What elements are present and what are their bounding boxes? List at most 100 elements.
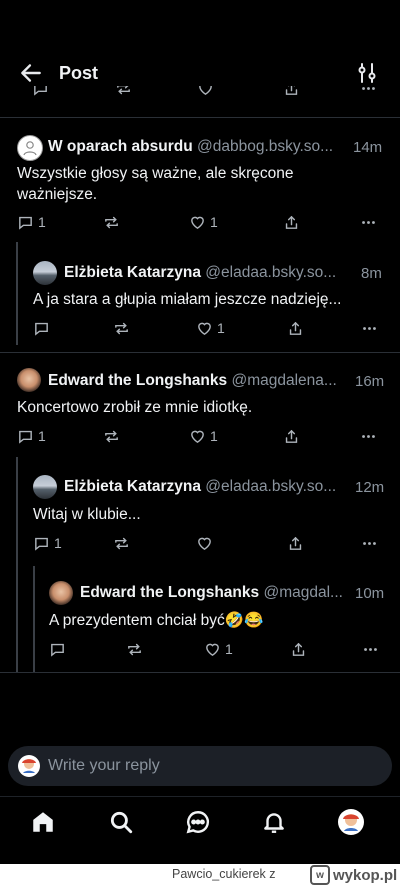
reply-icon	[19, 216, 32, 230]
share-button[interactable]	[283, 426, 300, 446]
like-icon	[198, 322, 211, 335]
more-icon	[362, 220, 375, 224]
author-handle: @magdalena...	[231, 372, 337, 389]
share-icon	[292, 642, 305, 656]
like-button[interactable]: 1	[189, 212, 218, 232]
reply-icon	[51, 643, 64, 657]
post-text: Witaj w klubie...	[33, 506, 141, 523]
like-icon	[191, 430, 204, 443]
like-button[interactable]: 1	[204, 639, 233, 659]
post-text: A prezydentem chciał być🤣😂	[49, 612, 264, 629]
post-item[interactable]: Edward the Longshanks @magdal... 10m A p…	[0, 566, 400, 672]
avatar[interactable]	[17, 368, 41, 392]
like-button[interactable]	[196, 533, 217, 553]
avatar[interactable]	[33, 261, 57, 285]
share-button[interactable]	[283, 212, 300, 232]
user-avatar	[18, 755, 40, 777]
like-icon[interactable]	[197, 86, 214, 98]
search-icon[interactable]	[108, 809, 134, 835]
repost-icon[interactable]	[115, 86, 132, 98]
watermark-site: wykop.pl	[333, 866, 398, 884]
repost-button[interactable]	[113, 533, 130, 553]
post-item[interactable]: Edward the Longshanks @magdalena... 16m …	[0, 353, 400, 453]
like-count: 1	[225, 641, 233, 657]
more-icon	[363, 326, 376, 330]
author-name[interactable]: Elżbieta Katarzyna	[64, 478, 201, 495]
reply-input[interactable]: Write your reply	[8, 746, 392, 786]
avatar[interactable]	[49, 581, 73, 605]
reply-count: 1	[38, 214, 46, 230]
more-button[interactable]	[362, 639, 379, 659]
like-count: 1	[210, 214, 218, 230]
wykop-logo: w wykop.pl	[310, 865, 398, 885]
more-icon	[363, 541, 376, 545]
author-name[interactable]: Elżbieta Katarzyna	[64, 264, 201, 281]
reply-icon	[35, 322, 48, 336]
post-time: 10m	[355, 585, 385, 602]
author-name[interactable]: Edward the Longshanks	[48, 372, 227, 389]
post-actions: 1	[0, 639, 400, 659]
post-item[interactable]: Elżbieta Katarzyna @eladaa.bsky.so... 8m…	[0, 248, 400, 348]
reply-count: 1	[54, 535, 62, 551]
repost-icon	[115, 537, 128, 549]
post-actions: 1 1	[0, 426, 400, 446]
more-button[interactable]	[361, 533, 378, 553]
share-icon[interactable]	[283, 86, 300, 98]
more-button[interactable]	[360, 212, 377, 232]
like-icon	[206, 643, 219, 656]
page-title: Post	[59, 63, 99, 83]
sliders-icon[interactable]	[355, 61, 379, 85]
post-time: 12m	[355, 479, 385, 496]
author-name[interactable]: Edward the Longshanks	[80, 584, 259, 601]
share-icon	[285, 429, 298, 443]
post-time: 14m	[353, 139, 383, 156]
avatar[interactable]	[17, 135, 43, 161]
share-button[interactable]	[287, 318, 304, 338]
home-icon[interactable]	[30, 809, 56, 835]
bell-icon[interactable]	[261, 809, 287, 835]
like-icon	[198, 537, 211, 550]
post-text: A ja stara a głupia miałam jeszcze nadzi…	[33, 291, 342, 308]
reply-count: 1	[38, 428, 46, 444]
share-button[interactable]	[290, 639, 307, 659]
like-button[interactable]: 1	[196, 318, 225, 338]
share-button[interactable]	[287, 533, 304, 553]
more-icon[interactable]	[360, 86, 377, 98]
share-icon	[289, 321, 302, 335]
repost-button[interactable]	[103, 212, 120, 232]
watermark-bar: Pawcio_cukierek z w wykop.pl	[0, 864, 400, 886]
reply-button[interactable]: 1	[17, 212, 46, 232]
author-handle: @eladaa.bsky.so...	[205, 478, 337, 495]
chat-icon[interactable]	[185, 809, 211, 835]
post-item[interactable]: W oparach absurdu @dabbog.bsky.so... 14m…	[0, 118, 400, 242]
watermark-sep: z	[269, 867, 276, 881]
reply-button[interactable]: 1	[33, 533, 62, 553]
more-button[interactable]	[361, 318, 378, 338]
repost-button[interactable]	[103, 426, 120, 446]
reply-button[interactable]	[33, 318, 54, 338]
reply-icon[interactable]	[32, 86, 49, 98]
like-button[interactable]: 1	[189, 426, 218, 446]
watermark-user: Pawcio_cukierek	[172, 867, 266, 881]
profile-avatar[interactable]	[338, 809, 364, 835]
reply-button[interactable]	[49, 639, 70, 659]
reply-button[interactable]: 1	[17, 426, 46, 446]
repost-icon	[105, 430, 118, 442]
bottom-nav	[0, 796, 400, 864]
share-icon	[285, 215, 298, 229]
post-time: 16m	[355, 373, 385, 390]
back-arrow-icon[interactable]	[18, 60, 44, 86]
reply-placeholder: Write your reply	[48, 757, 160, 774]
post-item[interactable]: Elżbieta Katarzyna @eladaa.bsky.so... 12…	[0, 460, 400, 562]
repost-button[interactable]	[113, 318, 130, 338]
author-name[interactable]: W oparach absurdu	[48, 138, 193, 155]
post-actions: 1	[0, 533, 400, 553]
repost-button[interactable]	[126, 639, 143, 659]
more-button[interactable]	[360, 426, 377, 446]
avatar[interactable]	[33, 475, 57, 499]
divider	[0, 672, 400, 673]
author-handle: @eladaa.bsky.so...	[205, 264, 337, 281]
repost-icon	[105, 216, 118, 228]
repost-icon	[115, 322, 128, 334]
post-actions: 1 1	[0, 212, 400, 232]
